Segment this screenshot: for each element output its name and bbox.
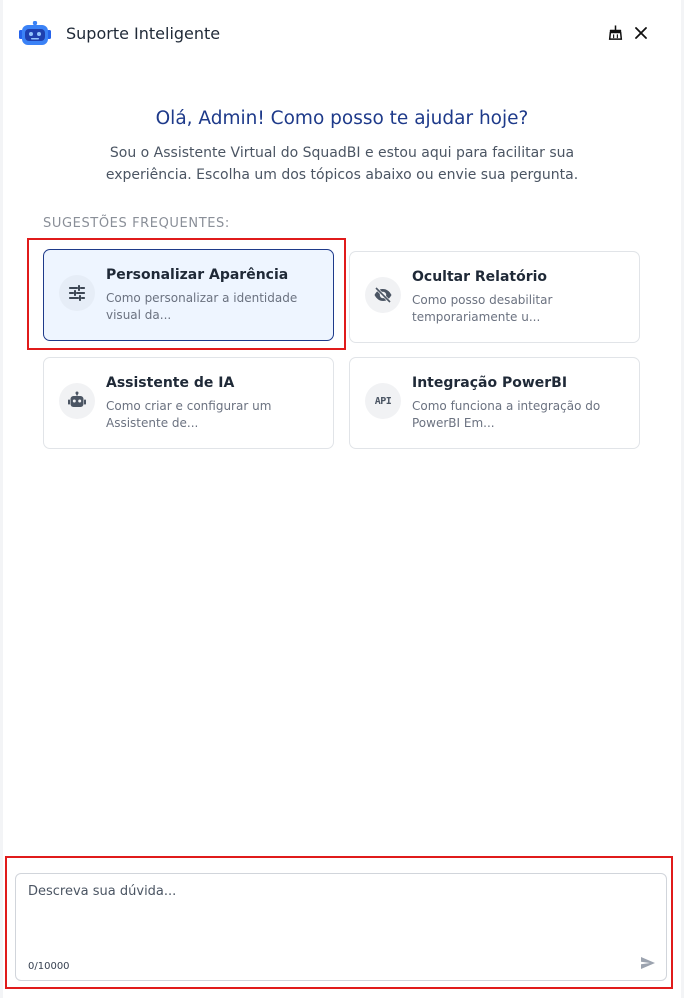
api-icon-label: API — [374, 395, 392, 407]
character-counter: 0/10000 — [28, 961, 70, 972]
send-icon — [640, 955, 656, 974]
robot-icon — [19, 20, 51, 47]
suggestions-label: SUGESTÕES FREQUENTES: — [43, 216, 230, 231]
question-input[interactable] — [28, 884, 648, 944]
suggestion-description: Como posso desabilitar temporariamente u… — [412, 293, 553, 324]
close-button[interactable] — [631, 24, 651, 44]
app-title: Suporte Inteligente — [66, 24, 221, 43]
clear-chat-button[interactable] — [605, 24, 625, 44]
suggestion-card-personalizar-aparencia[interactable]: Personalizar Aparência Como personalizar… — [43, 249, 334, 341]
send-button[interactable] — [636, 952, 660, 976]
suggestion-card-integracao-powerbi[interactable]: API Integração PowerBI Como funciona a i… — [349, 357, 640, 449]
greeting-heading: Olá, Admin! Como posso te ajudar hoje? — [155, 108, 529, 129]
suggestion-description: Como funciona a integração do PowerBI Em… — [412, 399, 601, 430]
suggestion-card-assistente-de-ia[interactable]: Assistente de IA Como criar e configurar… — [43, 357, 334, 449]
intro-text: Sou o Assistente Virtual do SquadBI e es… — [105, 145, 579, 183]
suggestion-card-ocultar-relatorio[interactable]: Ocultar Relatório Como posso desabilitar… — [349, 251, 640, 343]
tune-icon — [59, 275, 95, 311]
broom-icon — [608, 24, 623, 44]
suggestion-description: Como criar e configurar um Assistente de… — [106, 399, 272, 430]
suggestion-title: Personalizar Aparência — [106, 267, 289, 283]
chat-panel: Suporte Inteligente Olá, Admin! Como pos — [3, 0, 681, 998]
suggestion-title: Assistente de IA — [106, 375, 235, 391]
message-composer: 0/10000 — [15, 873, 667, 981]
suggestion-title: Integração PowerBI — [412, 375, 568, 391]
robot-icon — [59, 383, 95, 419]
close-icon — [634, 25, 648, 44]
suggestion-title: Ocultar Relatório — [412, 269, 548, 285]
chat-header: Suporte Inteligente — [3, 0, 681, 68]
suggestion-description: Como personalizar a identidade visual da… — [106, 291, 298, 322]
api-icon: API — [365, 383, 401, 419]
eye-off-icon — [365, 277, 401, 313]
